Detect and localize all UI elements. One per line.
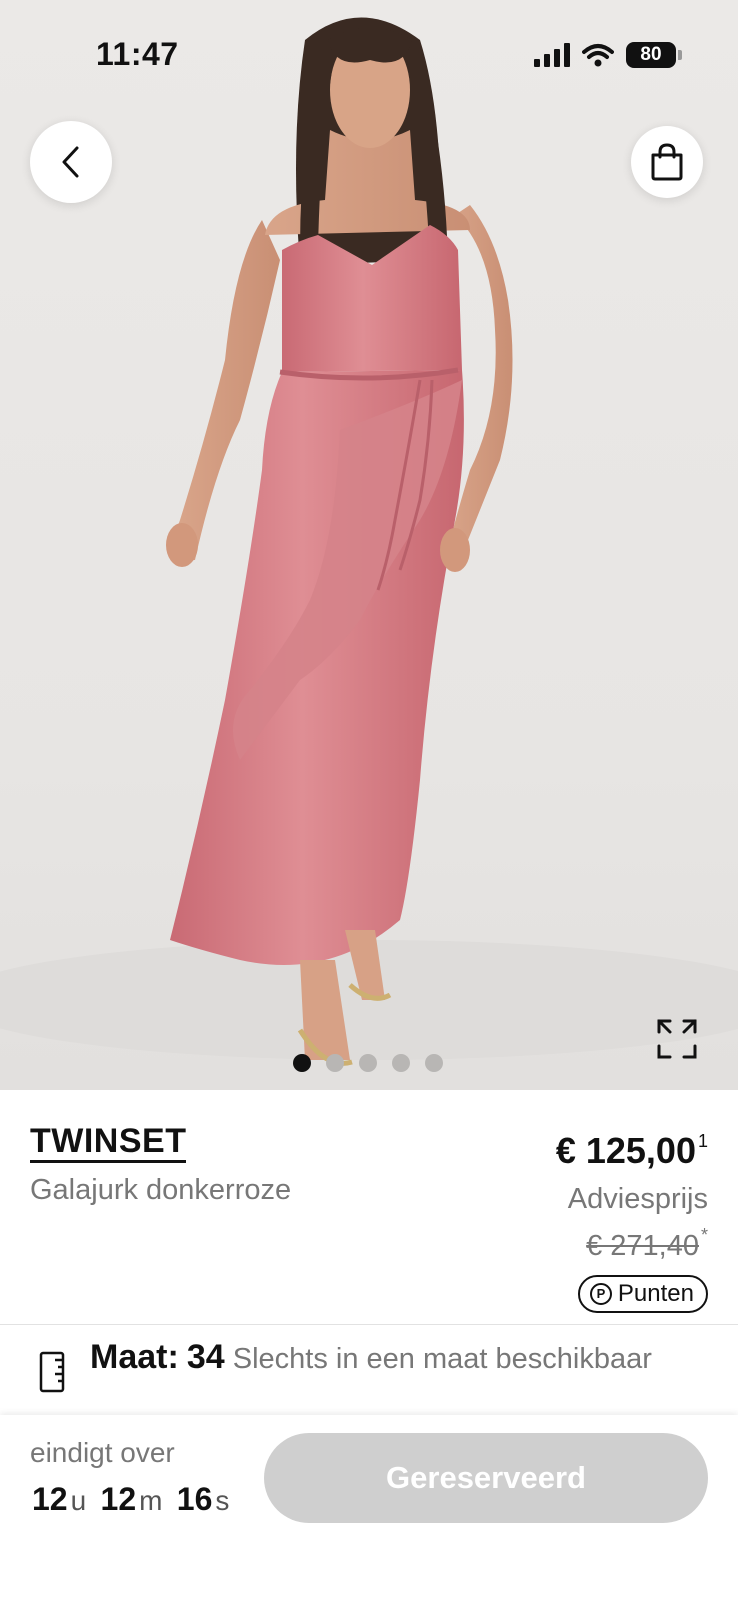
signal-icon	[534, 43, 570, 67]
advice-price-value: € 271,40	[586, 1230, 699, 1262]
advice-price-label: Adviesprijs	[567, 1183, 708, 1215]
bottom-action-bar: eindigt over 12 u 12 m 16 s Gereserveerd	[0, 1415, 738, 1600]
advice-footnote: *	[700, 1225, 708, 1245]
points-badge[interactable]: P Punten	[577, 1275, 708, 1313]
status-time: 11:47	[96, 36, 179, 72]
product-info: TWINSET Galajurk donkerroze € 125,00 1 Ad…	[0, 1090, 738, 1324]
size-row[interactable]: Maat: 34 Slechts in een maat beschikbaar	[0, 1325, 738, 1415]
countdown-seconds: 16	[176, 1481, 213, 1517]
pagination-dot[interactable]	[425, 1054, 443, 1072]
price: € 125,00 1	[556, 1120, 708, 1172]
countdown-minutes: 12	[100, 1481, 137, 1517]
pagination-dot[interactable]	[293, 1054, 311, 1072]
back-chevron-icon	[62, 146, 79, 178]
status-bar: 11:47 80	[0, 0, 738, 110]
status-icons: 80	[534, 40, 682, 70]
hours-unit: u	[70, 1485, 87, 1516]
minutes-unit: m	[139, 1485, 163, 1516]
battery-icon: 80	[626, 42, 682, 68]
price-value: € 125,00	[555, 1130, 696, 1171]
product-name: Galajurk donkerroze	[30, 1174, 292, 1206]
size-note: Slechts in een maat beschikbaar	[232, 1343, 652, 1375]
seconds-unit: s	[215, 1485, 230, 1516]
points-icon: P	[589, 1283, 612, 1305]
price-box: € 125,00 1 Adviesprijs € 271,40 * P Punten	[556, 1120, 708, 1313]
ends-in-label: eindigt over	[30, 1437, 175, 1468]
wifi-icon	[582, 44, 614, 67]
points-label: Punten	[617, 1280, 694, 1307]
countdown-timer: 12 u 12 m 16 s	[32, 1481, 235, 1518]
back-button[interactable]	[30, 121, 112, 203]
size-label: Maat:	[90, 1338, 179, 1376]
shopping-bag-button[interactable]	[631, 126, 703, 198]
pagination-dot[interactable]	[326, 1054, 344, 1072]
countdown-hours: 12	[32, 1481, 68, 1517]
reserved-button[interactable]: Gereserveerd	[264, 1433, 708, 1523]
pagination-dot[interactable]	[359, 1054, 377, 1072]
gallery-pagination	[293, 1054, 443, 1072]
price-footnote: 1	[697, 1131, 708, 1151]
advice-price: € 271,40 *	[556, 1216, 708, 1265]
size-value: 34	[186, 1338, 225, 1376]
pagination-dot[interactable]	[392, 1054, 410, 1072]
size-info: Maat: 34 Slechts in een maat beschikbaar	[90, 1337, 710, 1379]
brand-link[interactable]: TWINSET	[30, 1122, 187, 1163]
ruler-icon	[39, 1351, 65, 1393]
expand-icon[interactable]	[656, 1018, 698, 1060]
shopping-bag-icon	[651, 143, 683, 181]
product-image-gallery[interactable]: 11:47 80	[0, 0, 738, 1090]
